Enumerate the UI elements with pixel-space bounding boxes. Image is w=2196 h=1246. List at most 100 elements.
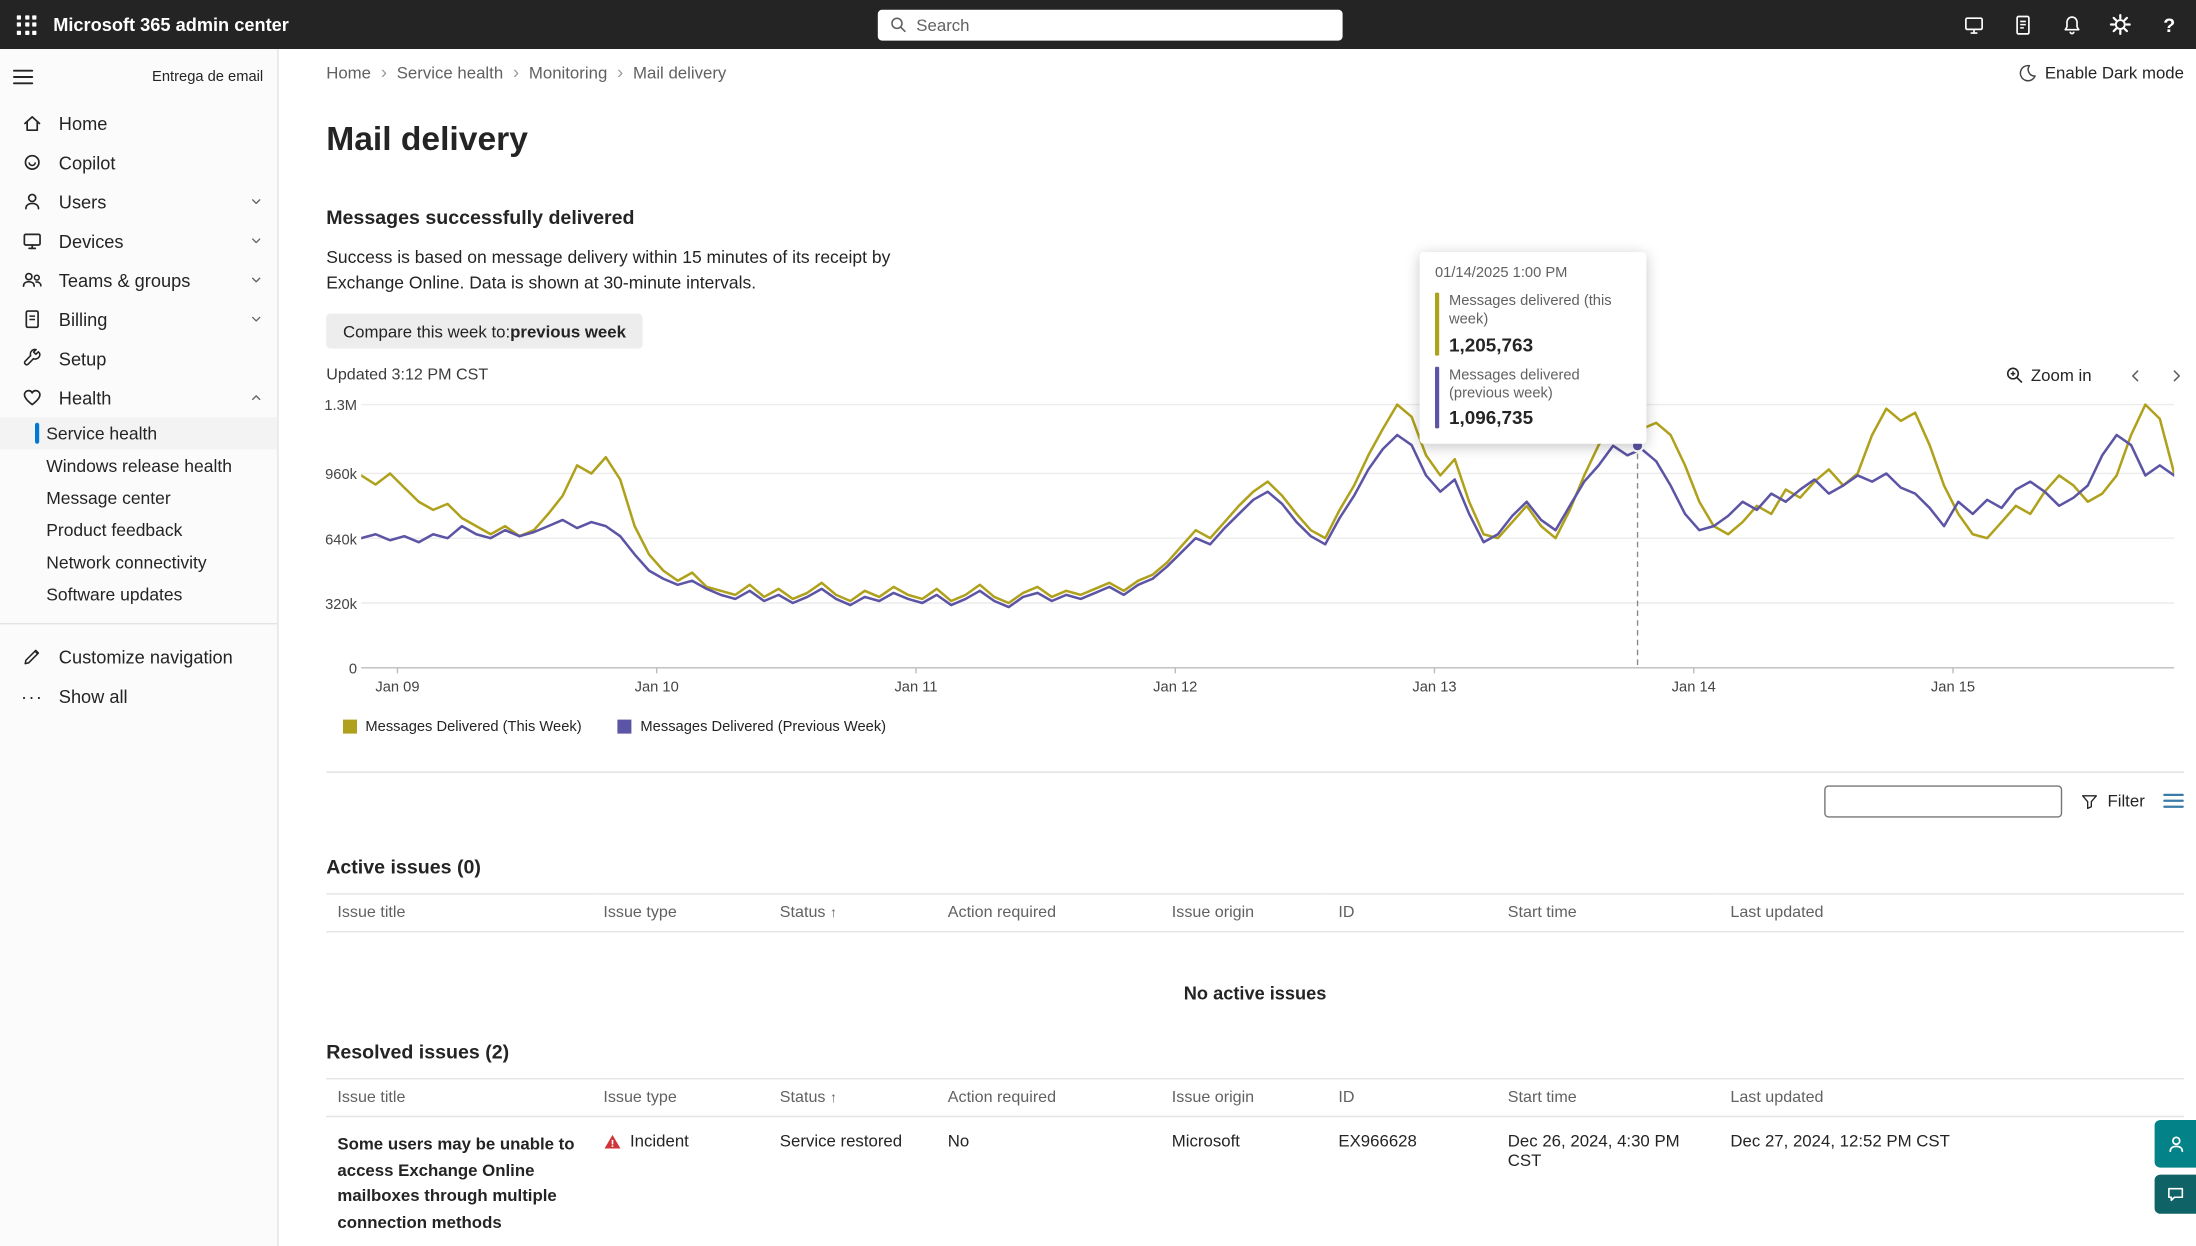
filter-funnel-icon (2081, 792, 2099, 810)
issue-type: Incident (592, 1117, 768, 1246)
col-issue-type[interactable]: Issue type (592, 894, 768, 932)
sidebar-subitem-label: Software updates (46, 585, 182, 605)
app-launcher-button[interactable] (0, 0, 53, 49)
col-action-required[interactable]: Action required (937, 894, 1161, 932)
col-issue-type[interactable]: Issue type (592, 1079, 768, 1117)
tooltip-value: 1,205,763 (1449, 334, 1631, 355)
invoice-icon (21, 308, 43, 330)
issues-search-input[interactable] (1844, 791, 2061, 811)
issue-action-required: No (937, 1117, 1161, 1246)
sidebar-item-service-health[interactable]: Service health (0, 417, 277, 449)
compare-week-button[interactable]: Compare this week to: previous week (326, 314, 643, 349)
compare-value: previous week (510, 322, 626, 342)
sidebar-item-customize-navigation[interactable]: Customize navigation (0, 637, 277, 676)
global-search[interactable] (877, 9, 1342, 40)
x-tick-label: Jan 12 (1153, 679, 1197, 696)
col-start-time[interactable]: Start time (1497, 894, 1720, 932)
breadcrumb-item[interactable]: Service health (397, 62, 503, 82)
x-tick-label: Jan 11 (894, 679, 937, 696)
sort-ascending-icon: ↑ (830, 1091, 837, 1106)
breadcrumb-separator-icon: › (617, 62, 623, 83)
sidebar-subitem-label: Network connectivity (46, 552, 206, 572)
breadcrumb: Home › Service health › Monitoring › Mai… (326, 62, 726, 83)
issue-origin: Microsoft (1161, 1117, 1328, 1246)
sidebar-item-setup[interactable]: Setup (0, 339, 277, 378)
app-title[interactable]: Microsoft 365 admin center (53, 14, 289, 35)
list-view-icon[interactable] (2163, 793, 2184, 810)
y-tick-label: 1.3M (324, 398, 357, 415)
whats-new-button[interactable] (1949, 0, 1998, 49)
feedback-button[interactable] (2155, 1120, 2196, 1168)
y-tick-label: 0 (349, 661, 357, 678)
dark-mode-label: Enable Dark mode (2045, 62, 2184, 82)
issue-row[interactable]: Some users may be unable to access Excha… (326, 1117, 2184, 1246)
legend-item-this-week[interactable]: Messages Delivered (This Week) (343, 719, 582, 736)
col-start-time[interactable]: Start time (1497, 1079, 1720, 1117)
notifications-button[interactable] (2047, 0, 2096, 49)
sidebar-item-windows-release-health[interactable]: Windows release health (0, 449, 277, 481)
filter-button[interactable]: Filter (2081, 791, 2145, 811)
issue-last-updated: Dec 27, 2024, 12:52 PM CST (1719, 1117, 2184, 1246)
chevron-left-icon[interactable] (2128, 368, 2143, 383)
sidebar-item-teams-groups[interactable]: Teams & groups (0, 260, 277, 299)
col-issue-title[interactable]: Issue title (326, 1079, 592, 1117)
page-title: Mail delivery (326, 120, 2184, 159)
help-button[interactable]: ? (2145, 0, 2194, 49)
sidebar-item-label: Devices (59, 230, 124, 251)
col-issue-origin[interactable]: Issue origin (1161, 1079, 1328, 1117)
sidebar-item-label: Users (59, 191, 107, 212)
col-id[interactable]: ID (1327, 1079, 1496, 1117)
col-status[interactable]: Status ↑ (769, 894, 937, 932)
sidebar-item-home[interactable]: Home (0, 104, 277, 143)
col-issue-title[interactable]: Issue title (326, 894, 592, 932)
support-chat-button[interactable] (2155, 1175, 2196, 1214)
issues-search[interactable] (1825, 785, 2063, 817)
sidebar-item-health[interactable]: Health (0, 378, 277, 417)
sidebar-item-label: Copilot (59, 152, 116, 173)
updated-timestamp: Updated 3:12 PM CST (326, 367, 488, 384)
chevron-right-icon[interactable] (2169, 368, 2184, 383)
legend-label: Messages Delivered (This Week) (365, 719, 581, 736)
tooltip-value: 1,096,735 (1449, 407, 1631, 428)
zoom-in-button[interactable]: Zoom in (2004, 366, 2091, 386)
sidebar: Entrega de email Home Copilot Users Devi… (0, 49, 279, 1246)
y-tick-label: 960k (325, 467, 357, 484)
no-active-issues-message: No active issues (326, 983, 2184, 1004)
chart-tooltip: 01/14/2025 1:00 PM Messages delivered (t… (1420, 252, 1647, 443)
col-issue-origin[interactable]: Issue origin (1161, 894, 1328, 932)
sidebar-item-devices[interactable]: Devices (0, 221, 277, 260)
breadcrumb-item[interactable]: Monitoring (529, 62, 607, 82)
legend-item-previous-week[interactable]: Messages Delivered (Previous Week) (618, 719, 886, 736)
settings-button[interactable] (2096, 0, 2145, 49)
chevron-down-icon (249, 273, 263, 287)
sidebar-item-product-feedback[interactable]: Product feedback (0, 514, 277, 546)
home-icon (21, 112, 43, 134)
global-search-input[interactable] (916, 15, 1330, 35)
sidebar-item-software-updates[interactable]: Software updates (0, 578, 277, 610)
help-icon: ? (2163, 13, 2175, 35)
sidebar-item-message-center[interactable]: Message center (0, 482, 277, 514)
legend-label: Messages Delivered (Previous Week) (640, 719, 886, 736)
issue-title[interactable]: Some users may be unable to access Excha… (326, 1117, 592, 1246)
nav-collapse-button[interactable] (13, 69, 34, 86)
issue-id: EX966628 (1327, 1117, 1496, 1246)
sidebar-item-billing[interactable]: Billing (0, 300, 277, 339)
dark-mode-toggle[interactable]: Enable Dark mode (2017, 62, 2184, 82)
col-last-updated[interactable]: Last updated (1719, 894, 2184, 932)
chart-svg[interactable] (361, 394, 2174, 677)
col-last-updated[interactable]: Last updated (1719, 1079, 2184, 1117)
sidebar-subitem-label: Windows release health (46, 456, 232, 476)
col-id[interactable]: ID (1327, 894, 1496, 932)
sidebar-item-users[interactable]: Users (0, 182, 277, 221)
chevron-down-icon (249, 234, 263, 248)
release-notes-button[interactable] (1998, 0, 2047, 49)
sidebar-item-network-connectivity[interactable]: Network connectivity (0, 546, 277, 578)
sidebar-item-show-all[interactable]: ··· Show all (0, 676, 277, 715)
col-status[interactable]: Status ↑ (769, 1079, 937, 1117)
search-icon (888, 15, 906, 33)
sidebar-item-copilot[interactable]: Copilot (0, 143, 277, 182)
breadcrumb-item[interactable]: Home (326, 62, 371, 82)
col-action-required[interactable]: Action required (937, 1079, 1161, 1117)
bell-icon (2060, 13, 2082, 35)
table-header-row: Issue title Issue type Status ↑ Action r… (326, 894, 2184, 932)
